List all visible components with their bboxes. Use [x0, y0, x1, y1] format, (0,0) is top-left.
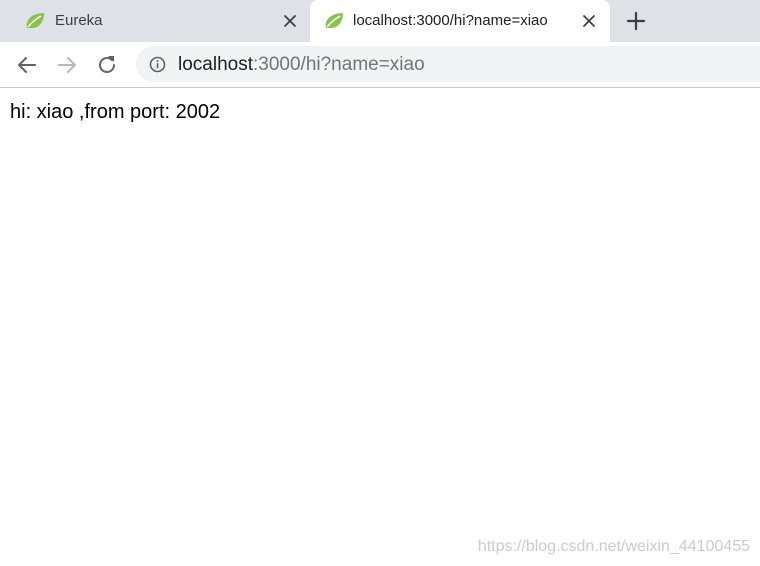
watermark: https://blog.csdn.net/weixin_44100455 — [477, 538, 750, 555]
plus-icon[interactable] — [624, 9, 648, 33]
url-path: :3000/hi?name=xiao — [253, 54, 425, 75]
page-content: hi: xiao ,from port: 2002 https://blog.c… — [0, 89, 760, 566]
tab-title: Eureka — [55, 12, 103, 29]
spring-leaf-icon — [325, 13, 343, 29]
spring-leaf-icon — [26, 13, 44, 29]
info-icon[interactable] — [149, 56, 166, 73]
address-bar[interactable]: localhost:3000/hi?name=xiao — [136, 46, 760, 82]
close-icon[interactable] — [580, 12, 598, 30]
tab-eureka[interactable]: Eureka — [0, 0, 310, 42]
tab-title: localhost:3000/hi?name=xiao — [353, 12, 548, 29]
arrow-left-icon[interactable] — [14, 52, 40, 78]
arrow-right-icon[interactable] — [54, 52, 80, 78]
tab-localhost[interactable]: localhost:3000/hi?name=xiao — [310, 0, 610, 42]
url-host: localhost — [178, 54, 253, 75]
tab-strip: Eureka localhost:3000/hi?name=xiao — [0, 0, 760, 42]
response-text: hi: xiao ,from port: 2002 — [10, 101, 221, 123]
reload-icon[interactable] — [94, 52, 120, 78]
close-icon[interactable] — [281, 12, 299, 30]
browser-toolbar: localhost:3000/hi?name=xiao — [0, 42, 760, 88]
url-text[interactable]: localhost:3000/hi?name=xiao — [178, 54, 425, 76]
